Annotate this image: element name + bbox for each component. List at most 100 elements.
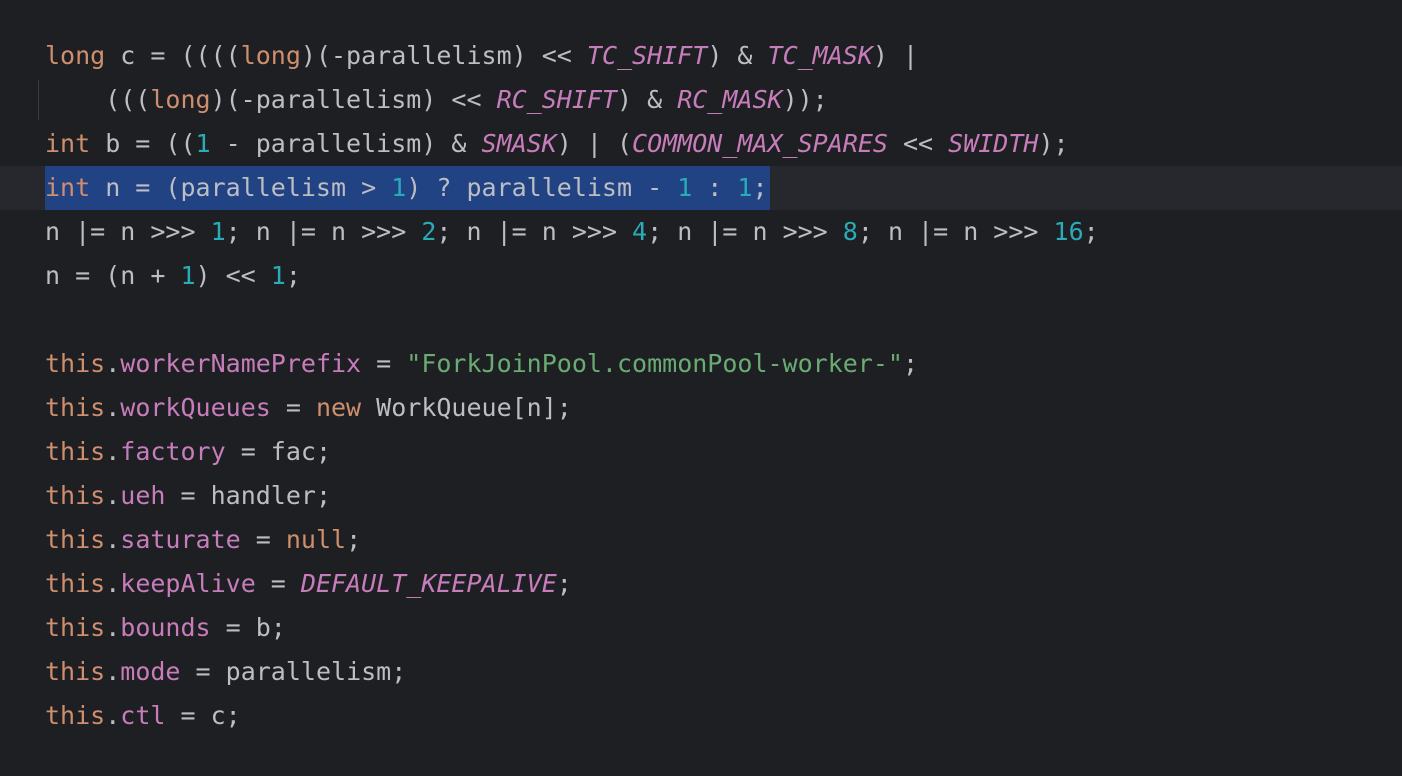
code-token: = handler; — [165, 481, 332, 510]
keyword-token: this — [45, 701, 106, 730]
line-content: this.ueh = handler; — [45, 474, 331, 518]
code-line[interactable]: (((long)(-parallelism) << RC_SHIFT) & RC… — [0, 78, 1402, 122]
keyword-token: this — [45, 569, 106, 598]
code-token: WorkQueue[n]; — [361, 393, 572, 422]
field-token: factory — [120, 437, 226, 466]
code-token: n |= n >>> — [45, 217, 211, 246]
number-token: 4 — [632, 217, 648, 246]
code-token: = b; — [210, 613, 286, 642]
keyword-token: new — [315, 393, 362, 422]
code-token: ) | ( — [556, 129, 633, 158]
constant-token: TC_MASK — [767, 41, 873, 70]
field-token: mode — [120, 657, 181, 686]
line-content: long c = ((((long)(-parallelism) << TC_S… — [45, 34, 918, 78]
constant-token: RC_MASK — [677, 85, 783, 114]
code-token: ; — [556, 569, 572, 598]
code-line[interactable] — [0, 298, 1402, 342]
code-token: . — [105, 613, 121, 642]
field-token: ctl — [120, 701, 166, 730]
keyword-token: long — [240, 41, 301, 70]
code-token: ; — [902, 349, 919, 378]
keyword-token: this — [45, 525, 106, 554]
keyword-token: int — [45, 129, 91, 158]
field-token: workQueues — [120, 393, 271, 422]
keyword-token: this — [45, 393, 106, 422]
code-token: . — [105, 525, 121, 554]
code-token: . — [105, 657, 121, 686]
code-line[interactable]: this.ctl = c; — [0, 694, 1402, 738]
constant-token: DEFAULT_KEEPALIVE — [300, 569, 557, 598]
selected-code: int n = (parallelism > 1) ? parallelism … — [45, 166, 770, 210]
code-token: = — [361, 349, 407, 378]
code-token: ) & — [707, 41, 768, 70]
code-token: ; — [752, 173, 768, 202]
field-token: keepAlive — [120, 569, 256, 598]
code-token: - parallelism) & — [210, 129, 482, 158]
number-token: 1 — [391, 173, 407, 202]
code-token: : — [692, 173, 738, 202]
code-token: . — [105, 701, 121, 730]
code-line[interactable]: this.ueh = handler; — [0, 474, 1402, 518]
line-content: n |= n >>> 1; n |= n >>> 2; n |= n >>> 4… — [45, 210, 1099, 254]
constant-token: RC_SHIFT — [496, 85, 617, 114]
line-content: this.mode = parallelism; — [45, 650, 406, 694]
line-content: this.keepAlive = DEFAULT_KEEPALIVE; — [45, 562, 572, 606]
number-token: 1 — [270, 261, 286, 290]
keyword-token: this — [45, 349, 106, 378]
code-token: ; n |= n >>> — [225, 217, 422, 246]
code-line[interactable]: n |= n >>> 1; n |= n >>> 2; n |= n >>> 4… — [0, 210, 1402, 254]
line-content: (((long)(-parallelism) << RC_SHIFT) & RC… — [45, 78, 828, 122]
code-line[interactable]: this.bounds = b; — [0, 606, 1402, 650]
number-token: 16 — [1053, 217, 1084, 246]
line-content: this.factory = fac; — [45, 430, 331, 474]
code-token: ); — [1038, 129, 1069, 158]
keyword-token: this — [45, 481, 106, 510]
constant-token: SWIDTH — [948, 129, 1039, 158]
code-token: )); — [782, 85, 828, 114]
keyword-token: this — [45, 437, 106, 466]
code-token: = — [270, 393, 316, 422]
code-line[interactable]: this.saturate = null; — [0, 518, 1402, 562]
field-token: ueh — [120, 481, 166, 510]
keyword-token: long — [150, 85, 211, 114]
line-content: int b = ((1 - parallelism) & SMASK) | (C… — [45, 122, 1069, 166]
number-token: 1 — [677, 173, 693, 202]
code-token: = — [240, 525, 286, 554]
line-content: this.workerNamePrefix = "ForkJoinPool.co… — [45, 342, 918, 386]
line-content: this.workQueues = new WorkQueue[n]; — [45, 386, 572, 430]
code-token: . — [105, 481, 121, 510]
code-token: . — [105, 393, 121, 422]
code-token: ) << — [195, 261, 271, 290]
string-token: "ForkJoinPool.commonPool-worker-" — [406, 349, 903, 378]
code-token: ) ? parallelism - — [406, 173, 678, 202]
code-token: ; n |= n >>> — [857, 217, 1054, 246]
number-token: 8 — [842, 217, 858, 246]
code-line[interactable]: int b = ((1 - parallelism) & SMASK) | (C… — [0, 122, 1402, 166]
code-token: )(-parallelism) << — [300, 41, 587, 70]
code-token: ) & — [616, 85, 678, 114]
code-line[interactable]: n = (n + 1) << 1; — [0, 254, 1402, 298]
code-line[interactable]: this.workerNamePrefix = "ForkJoinPool.co… — [0, 342, 1402, 386]
line-content: this.bounds = b; — [45, 606, 286, 650]
code-line[interactable]: long c = ((((long)(-parallelism) << TC_S… — [0, 34, 1402, 78]
code-token: c = (((( — [105, 41, 241, 70]
code-token: ; — [346, 525, 362, 554]
code-token: << — [887, 129, 949, 158]
code-token: )(-parallelism) << — [210, 85, 497, 114]
code-token: ; — [285, 261, 301, 290]
code-token: ; — [1083, 217, 1099, 246]
code-line[interactable]: int n = (parallelism > 1) ? parallelism … — [0, 166, 1402, 210]
code-token: = fac; — [225, 437, 331, 466]
code-token: . — [105, 349, 121, 378]
code-token: ((( — [45, 85, 151, 114]
code-editor[interactable]: long c = ((((long)(-parallelism) << TC_S… — [0, 0, 1402, 776]
code-token: . — [105, 569, 121, 598]
code-line[interactable]: this.workQueues = new WorkQueue[n]; — [0, 386, 1402, 430]
code-line[interactable]: this.mode = parallelism; — [0, 650, 1402, 694]
keyword-token: long — [45, 41, 106, 70]
code-line[interactable]: this.keepAlive = DEFAULT_KEEPALIVE; — [0, 562, 1402, 606]
code-token: = — [255, 569, 301, 598]
keyword-token: this — [45, 657, 106, 686]
constant-token: COMMON_MAX_SPARES — [632, 129, 888, 158]
code-line[interactable]: this.factory = fac; — [0, 430, 1402, 474]
